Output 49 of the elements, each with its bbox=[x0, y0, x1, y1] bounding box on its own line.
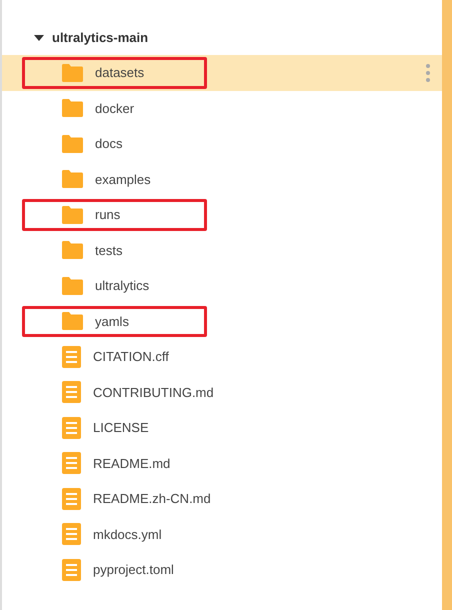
file-name[interactable]: README.zh-CN.md bbox=[93, 489, 211, 508]
folder-icon bbox=[62, 134, 83, 153]
more-options-icon[interactable] bbox=[426, 64, 430, 82]
document-icon bbox=[62, 523, 81, 546]
tree-row[interactable]: datasets bbox=[2, 55, 442, 90]
document-icon bbox=[62, 346, 81, 368]
scrollbar[interactable] bbox=[442, 0, 452, 610]
file-name[interactable]: CONTRIBUTING.md bbox=[93, 382, 214, 402]
tree-row[interactable]: docker bbox=[2, 90, 442, 126]
tree-row[interactable]: README.md bbox=[2, 446, 442, 481]
document-icon bbox=[62, 558, 81, 581]
folder-name[interactable]: docker bbox=[95, 98, 134, 118]
tree-row[interactable]: yamls bbox=[2, 304, 442, 339]
folder-icon bbox=[62, 241, 83, 260]
tree-row[interactable]: tests bbox=[2, 232, 442, 268]
tree-row[interactable]: pyproject.toml bbox=[2, 552, 442, 588]
tree-row[interactable]: examples bbox=[2, 162, 442, 197]
tree-row[interactable]: ultralytics bbox=[2, 268, 442, 304]
tree-row[interactable]: README.zh-CN.md bbox=[2, 481, 442, 516]
file-name[interactable]: README.md bbox=[93, 454, 170, 473]
folder-icon bbox=[62, 99, 83, 118]
tree-row[interactable]: runs bbox=[2, 197, 442, 232]
folder-name[interactable]: runs bbox=[95, 205, 120, 224]
file-name[interactable]: CITATION.cff bbox=[93, 347, 169, 366]
folder-name[interactable]: docs bbox=[95, 134, 122, 154]
folder-name[interactable]: ultralytics-main bbox=[52, 28, 148, 48]
file-name[interactable]: mkdocs.yml bbox=[93, 524, 162, 544]
tree-row[interactable]: CITATION.cff bbox=[2, 339, 442, 374]
tree-row[interactable]: CONTRIBUTING.md bbox=[2, 374, 442, 410]
folder-name[interactable]: tests bbox=[95, 240, 122, 260]
document-icon bbox=[62, 488, 81, 510]
caret-icon[interactable] bbox=[34, 34, 44, 40]
folder-icon bbox=[62, 64, 83, 82]
folder-name[interactable]: ultralytics bbox=[95, 276, 150, 296]
document-icon bbox=[62, 416, 81, 439]
document-icon bbox=[62, 381, 81, 404]
folder-name[interactable]: examples bbox=[95, 170, 151, 189]
folder-icon bbox=[62, 170, 83, 188]
file-name[interactable]: pyproject.toml bbox=[93, 560, 174, 580]
tree-row[interactable]: docs bbox=[2, 126, 442, 162]
folder-icon bbox=[62, 312, 83, 330]
folder-name[interactable]: yamls bbox=[95, 312, 129, 331]
document-icon bbox=[62, 452, 81, 474]
folder-name[interactable]: datasets bbox=[95, 63, 144, 82]
folder-icon bbox=[62, 276, 83, 295]
tree-row[interactable]: mkdocs.yml bbox=[2, 516, 442, 552]
tree-row[interactable]: LICENSE bbox=[2, 410, 442, 446]
file-name[interactable]: LICENSE bbox=[93, 418, 149, 438]
folder-icon bbox=[62, 206, 83, 224]
